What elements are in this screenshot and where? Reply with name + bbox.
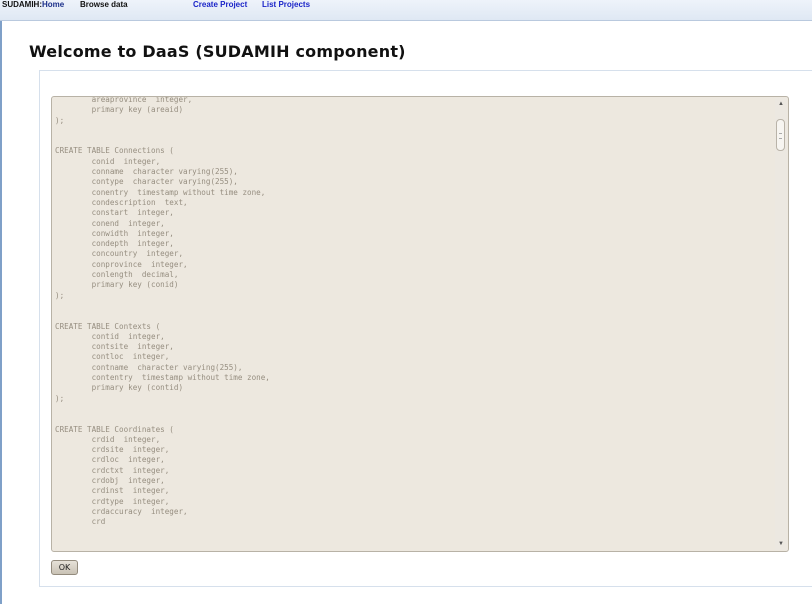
sql-text-area[interactable]: areaprovince integer, primary key (areai… (51, 96, 789, 552)
sql-code-text: areaprovince integer, primary key (areai… (55, 96, 270, 527)
scroll-up-arrow-icon[interactable]: ▲ (776, 99, 786, 109)
page-title: Welcome to DaaS (SUDAMIH component) (29, 42, 406, 61)
brand-label: SUDAMIH: (2, 0, 42, 9)
grip-icon (779, 133, 782, 139)
nav-list-projects-link[interactable]: List Projects (262, 0, 310, 15)
top-nav-bar: SUDAMIH: Home Browse data Create Project… (0, 0, 812, 21)
scroll-thumb[interactable] (776, 119, 785, 151)
ok-button[interactable]: OK (51, 560, 78, 575)
vertical-scrollbar[interactable]: ▲ ▼ (775, 98, 787, 550)
scroll-down-arrow-icon[interactable]: ▼ (776, 539, 786, 549)
nav-browse-data-link[interactable]: Browse data (80, 0, 128, 15)
nav-create-project-link[interactable]: Create Project (193, 0, 247, 15)
nav-home-link[interactable]: Home (42, 0, 64, 15)
